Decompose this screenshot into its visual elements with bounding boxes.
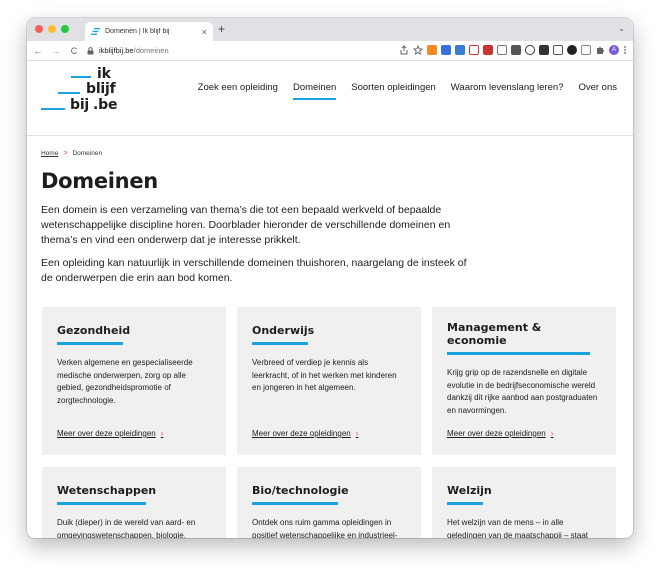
browser-tab[interactable]: Domeinen | Ik blijf bij × [85,22,213,41]
window-controls [35,25,69,33]
main-navigation: Zoek een opleiding Domeinen Soorten ople… [198,82,617,100]
intro-text: Een domein is een verzameling van thema’… [41,203,481,294]
card-description: Duik (dieper) in de wereld van aard- en … [57,518,196,538]
breadcrumb-chevron-icon: > [63,150,68,157]
logo-line-3 [41,108,65,110]
card-more-link[interactable]: Meer over deze opleidingen › [447,429,553,438]
close-window-button[interactable] [35,25,43,33]
extension-11-icon[interactable] [567,45,577,55]
browser-toolbar: ← → C ikblijfbij.be/domeinen A [27,41,633,61]
new-tab-button[interactable]: + [218,22,225,36]
card-title: Onderwijs [252,324,315,337]
extension-4-icon[interactable] [469,45,479,55]
domain-card-management-economie[interactable]: Management & economie Krijg grip op de r… [432,307,616,455]
card-more-link-label: Meer over deze opleidingen [252,429,351,438]
card-title: Gezondheid [57,324,131,337]
domain-card-gezondheid[interactable]: Gezondheid Verken algemene en gespeciali… [42,307,226,455]
logo-line-1 [71,76,91,78]
card-title-underline [447,502,483,505]
share-icon[interactable] [399,45,409,55]
card-title-underline [252,502,338,505]
card-more-link[interactable]: Meer over deze opleidingen › [252,429,358,438]
card-description: Krijg grip op de razendsnelle en digital… [447,368,598,415]
domain-card-onderwijs[interactable]: Onderwijs Verbreed of verdiep je kennis … [237,307,421,455]
page-title: Domeinen [41,169,158,193]
tab-search-icon[interactable]: ⌄ [618,24,625,33]
card-description: Het welzijn van de mens – in alle geledi… [447,518,588,538]
extension-7-icon[interactable] [511,45,521,55]
intro-paragraph-1: Een domein is een verzameling van thema’… [41,204,451,246]
card-title: Welzijn [447,484,492,497]
intro-paragraph-2: Een opleiding kan natuurlijk in verschil… [41,257,467,284]
url-host: ikblijfbij.be [99,46,134,55]
breadcrumb-home-link[interactable]: Home [41,150,58,157]
card-title-underline [447,352,590,355]
extension-1-icon[interactable] [427,45,437,55]
browser-menu-icon[interactable] [623,45,627,55]
card-description: Verbreed of verdiep je kennis als leerkr… [252,358,397,392]
card-description: Verken algemene en gespecialiseerde medi… [57,358,193,405]
nav-item-domeinen[interactable]: Domeinen [292,82,337,100]
nav-item-waarom-levenslang-leren[interactable]: Waarom levenslang leren? [451,82,564,97]
nav-item-soorten-opleidingen[interactable]: Soorten opleidingen [351,82,436,97]
chevron-right-icon: › [355,429,359,438]
card-title: Bio/technologie [252,484,349,497]
forward-button[interactable]: → [51,46,61,56]
extension-6-icon[interactable] [497,45,507,55]
card-title: Management & economie [447,321,542,347]
bookmark-star-icon[interactable] [413,45,423,55]
extension-3-icon[interactable] [455,45,465,55]
web-page: ik blijf bij .be Zoek een opleiding Dome… [27,61,633,538]
card-title-underline [57,502,146,505]
site-favicon-icon [91,28,100,35]
domain-card-bio-technologie[interactable]: Bio/technologie Ontdek ons ruim gamma op… [237,467,421,538]
extension-9-icon[interactable] [539,45,549,55]
domain-card-wetenschappen[interactable]: Wetenschappen Duik (dieper) in de wereld… [42,467,226,538]
logo-word-bij: bij [70,97,90,113]
tab-title: Domeinen | Ik blijf bij [105,28,170,35]
extension-2-icon[interactable] [441,45,451,55]
nav-item-over-ons[interactable]: Over ons [578,82,617,97]
card-title: Wetenschappen [57,484,157,497]
extension-8-icon[interactable] [525,45,535,55]
extension-5-icon[interactable] [483,45,493,55]
nav-item-zoek-een-opleiding[interactable]: Zoek een opleiding [198,82,278,97]
domain-cards-grid: Gezondheid Verken algemene en gespeciali… [42,307,617,538]
logo-word-blijf: blijf [86,81,116,97]
tab-close-icon[interactable]: × [202,27,207,37]
logo-word-be: .be [93,97,118,113]
breadcrumb: Home > Domeinen [41,150,102,157]
address-bar[interactable]: ikblijfbij.be/domeinen [87,46,169,55]
tab-bar: Domeinen | Ik blijf bij × + ⌄ [27,18,633,41]
extension-10-icon[interactable] [553,45,563,55]
back-button[interactable]: ← [33,46,43,56]
extension-12-icon[interactable] [581,45,591,55]
card-title-underline [252,342,308,345]
profile-avatar[interactable]: A [609,45,619,55]
lock-icon [87,46,94,54]
reload-button[interactable]: C [69,46,79,56]
chevron-right-icon: › [160,429,164,438]
url-path: /domeinen [133,46,169,55]
browser-window: Domeinen | Ik blijf bij × + ⌄ ← → C ikbl… [27,18,633,538]
domain-card-welzijn[interactable]: Welzijn Het welzijn van de mens – in all… [432,467,616,538]
site-logo[interactable]: ik blijf bij .be [41,64,121,116]
chevron-right-icon: › [550,429,554,438]
card-more-link[interactable]: Meer over deze opleidingen › [57,429,163,438]
breadcrumb-current: Domeinen [72,150,103,157]
card-description: Ontdek ons ruim gamma opleidingen in pos… [252,518,398,538]
extensions-row: A [399,45,627,55]
logo-line-2 [58,92,80,94]
card-more-link-label: Meer over deze opleidingen [447,429,546,438]
logo-word-ik: ik [97,66,111,82]
card-more-link-label: Meer over deze opleidingen [57,429,156,438]
extensions-puzzle-icon[interactable] [595,45,605,55]
minimize-window-button[interactable] [48,25,56,33]
maximize-window-button[interactable] [61,25,69,33]
card-title-underline [57,342,123,345]
site-header: ik blijf bij .be Zoek een opleiding Dome… [27,61,633,136]
